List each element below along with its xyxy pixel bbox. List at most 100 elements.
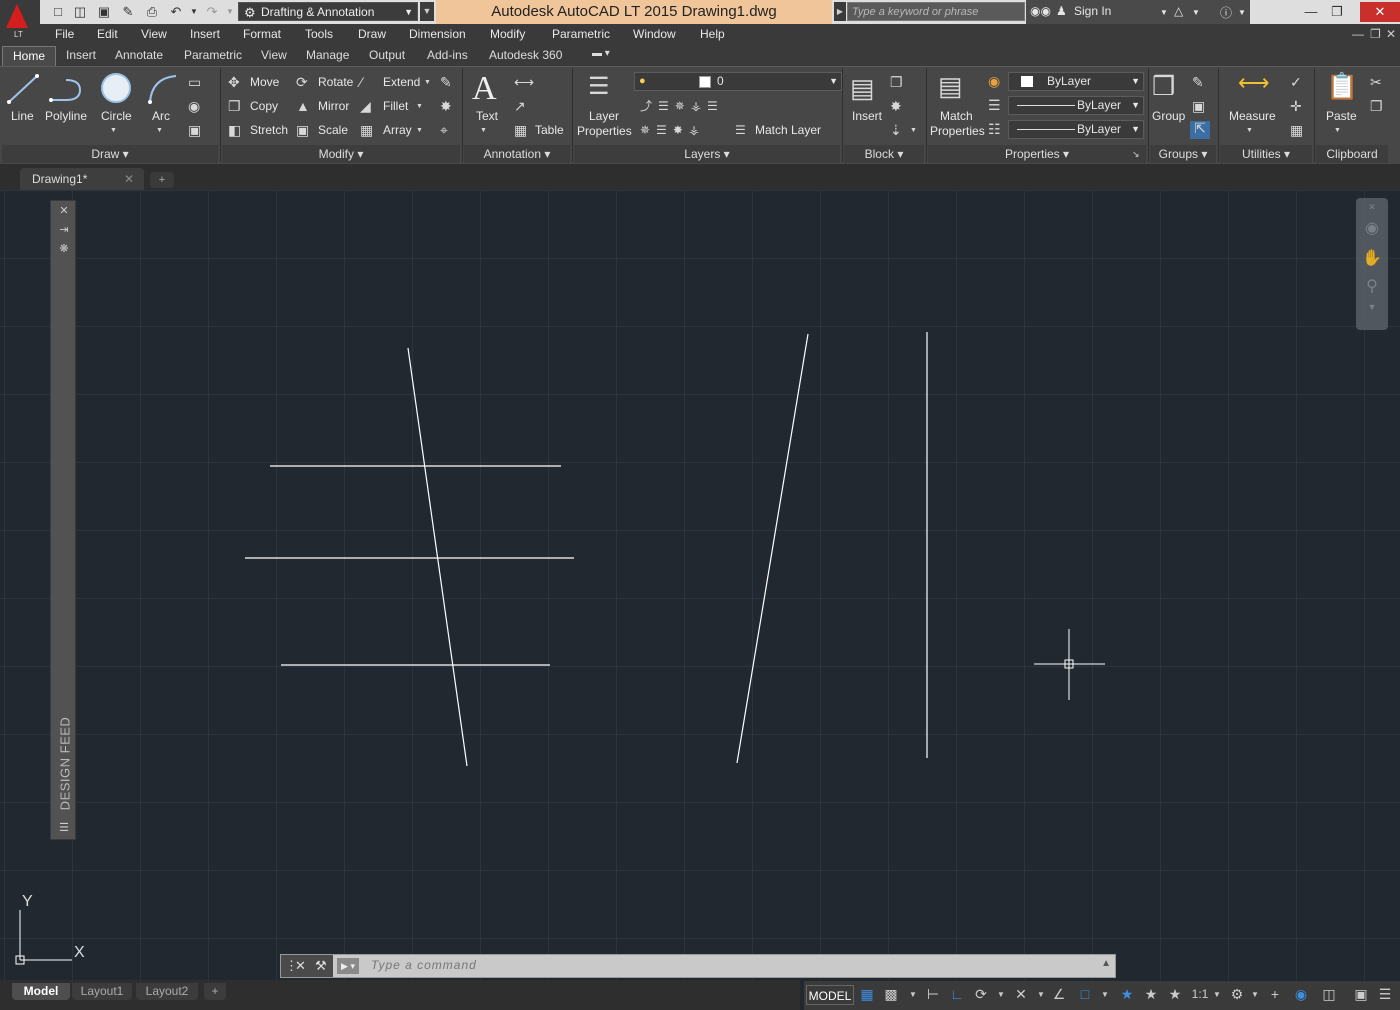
workspace-selector[interactable]: ⚙ Drafting & Annotation ▼ [238, 2, 418, 21]
command-input[interactable]: Type a command [371, 958, 1011, 972]
properties-panel-title[interactable]: Properties ▾ [928, 145, 1146, 163]
layer-icon[interactable]: ☰ [588, 74, 610, 100]
tab-model[interactable]: Model [12, 983, 70, 1000]
block-attributes-icon[interactable]: ⇣ [890, 123, 902, 137]
polyline-icon[interactable] [48, 72, 84, 106]
add-layout-button[interactable]: + [204, 983, 226, 1000]
tab-manage[interactable]: Manage [306, 48, 349, 62]
close-tab-icon[interactable]: ✕ [124, 168, 134, 190]
object-snap-dropdown-icon[interactable]: ▼ [1096, 990, 1114, 999]
tab-layout1[interactable]: Layout1 [72, 983, 132, 1000]
copy-clip-icon[interactable]: ❐ [1370, 99, 1383, 113]
help-dropdown-icon[interactable]: ▼ [1238, 8, 1246, 17]
group-icon[interactable]: ❒ [1152, 72, 1175, 100]
redo-icon[interactable]: ↷ [204, 4, 220, 20]
menu-icon[interactable]: ☰ [57, 821, 71, 834]
move-button[interactable]: Move [250, 75, 279, 89]
array-icon[interactable]: ▦ [360, 123, 373, 137]
navbar-dropdown-icon[interactable]: ▼ [1362, 302, 1382, 312]
search-expand-button[interactable]: ▶ [834, 2, 846, 21]
sign-in-dropdown-icon[interactable]: ▼ [1160, 8, 1168, 17]
zoom-icon[interactable]: ⚲ [1362, 276, 1382, 296]
group-selection-icon[interactable]: ⇱ [1190, 121, 1210, 139]
menu-file[interactable]: File [55, 27, 74, 41]
search-input[interactable]: Type a keyword or phrase [847, 2, 1025, 21]
circle-icon[interactable] [100, 72, 134, 106]
customize-qat-button[interactable]: ▼ [420, 2, 434, 21]
command-prompt-icon[interactable]: ▶ ▾ [337, 958, 359, 974]
layer-tools-row2-icons[interactable]: ✵☰✸⚶ [640, 123, 705, 137]
array-dropdown-icon[interactable]: ▼ [416, 124, 423, 138]
match-properties-icon[interactable]: ▤ [938, 72, 963, 100]
save-icon[interactable]: ▣ [96, 4, 112, 20]
move-icon[interactable]: ✥ [228, 75, 240, 89]
match-properties-button-line1[interactable]: Match [940, 109, 973, 123]
table-button[interactable]: Table [535, 123, 564, 137]
table-icon[interactable]: ▦ [514, 123, 527, 137]
pan-icon[interactable]: ✋ [1362, 248, 1382, 268]
snap-dropdown-icon[interactable]: ▼ [904, 990, 922, 999]
group-edit-icon[interactable]: ▣ [1192, 99, 1205, 113]
menu-insert[interactable]: Insert [190, 27, 220, 41]
tab-output[interactable]: Output [369, 48, 405, 62]
polar-dropdown-icon[interactable]: ▼ [992, 990, 1010, 999]
paste-button[interactable]: Paste [1326, 109, 1357, 123]
clipboard-panel-title[interactable]: Clipboard [1316, 145, 1388, 163]
stretch-button[interactable]: Stretch [250, 123, 288, 137]
fillet-dropdown-icon[interactable]: ▼ [416, 100, 423, 114]
design-feed-palette[interactable]: ✕ ⇥ ❋ DESIGN FEED ☰ [50, 200, 76, 840]
customize-icon[interactable]: ⚒ [315, 958, 327, 974]
extend-icon[interactable]: ∕ [360, 75, 362, 89]
layer-properties-button-line2[interactable]: Properties [577, 124, 632, 138]
layer-properties-button-line1[interactable]: Layer [589, 109, 619, 123]
modify-panel-title[interactable]: Modify ▾ [222, 145, 460, 163]
navigation-bar[interactable]: ✕ ◉ ✋ ⚲ ▼ [1356, 198, 1388, 330]
lineweight-dropdown[interactable]: ByLayer ▼ [1008, 96, 1144, 115]
restore-button[interactable]: ❐ [1324, 2, 1350, 22]
doc-restore-button[interactable]: ❐ [1370, 27, 1381, 41]
menu-edit[interactable]: Edit [97, 27, 118, 41]
model-space-button[interactable]: MODEL [806, 985, 854, 1005]
tab-view[interactable]: View [261, 48, 287, 62]
polar-tracking-icon[interactable]: ⟳ [972, 986, 990, 1003]
hardware-acceleration-icon[interactable]: ◫ [1320, 986, 1338, 1003]
paste-icon[interactable]: 📋 [1326, 72, 1358, 100]
tab-annotate[interactable]: Annotate [115, 48, 163, 62]
command-history-icon[interactable]: ▲ [1101, 958, 1111, 969]
text-icon[interactable]: A [472, 72, 497, 106]
ungroup-icon[interactable]: ✎ [1192, 75, 1204, 89]
block-panel-title[interactable]: Block ▾ [844, 145, 924, 163]
insert-button[interactable]: Insert [852, 109, 882, 123]
annotation-scale-icon[interactable]: ★ [1166, 986, 1184, 1003]
new-tab-button[interactable]: + [150, 172, 174, 188]
leader-icon[interactable]: ↗ [514, 99, 526, 113]
mirror-icon[interactable]: ▲ [296, 99, 310, 113]
polyline-button[interactable]: Polyline [45, 109, 87, 123]
save-as-icon[interactable]: ✎ [120, 4, 136, 20]
properties-icon[interactable]: ❋ [57, 242, 71, 255]
region-icon[interactable]: ▣ [188, 123, 201, 137]
rotate-button[interactable]: Rotate [318, 75, 353, 89]
draw-panel-title[interactable]: Draw ▾ [2, 145, 218, 163]
navbar-close-icon[interactable]: ✕ [1362, 202, 1382, 213]
menu-view[interactable]: View [141, 27, 167, 41]
line-icon[interactable] [6, 72, 40, 106]
clean-screen-icon[interactable]: ▣ [1352, 986, 1370, 1003]
array-button[interactable]: Array [383, 123, 412, 137]
point-icon[interactable]: ✛ [1290, 99, 1302, 113]
customization-icon[interactable]: ☰ [1376, 986, 1394, 1003]
scale-icon[interactable]: ▣ [296, 123, 309, 137]
edit-block-icon[interactable]: ✸ [890, 99, 902, 113]
match-properties-button-line2[interactable]: Properties [930, 124, 985, 138]
menu-parametric[interactable]: Parametric [552, 27, 610, 41]
measure-button[interactable]: Measure [1229, 109, 1276, 123]
undo-dropdown-icon[interactable]: ▼ [186, 4, 202, 20]
menu-format[interactable]: Format [243, 27, 281, 41]
scale-dropdown-icon[interactable]: ▼ [1208, 990, 1226, 999]
print-icon[interactable]: ⎙ [144, 4, 160, 20]
hatch-icon[interactable]: ◉ [188, 99, 200, 113]
new-file-icon[interactable]: □ [50, 4, 66, 20]
color-dropdown[interactable]: ByLayer ▼ [1008, 72, 1144, 91]
explode-icon[interactable]: ✸ [440, 99, 452, 113]
redo-dropdown-icon[interactable]: ▼ [222, 4, 238, 20]
